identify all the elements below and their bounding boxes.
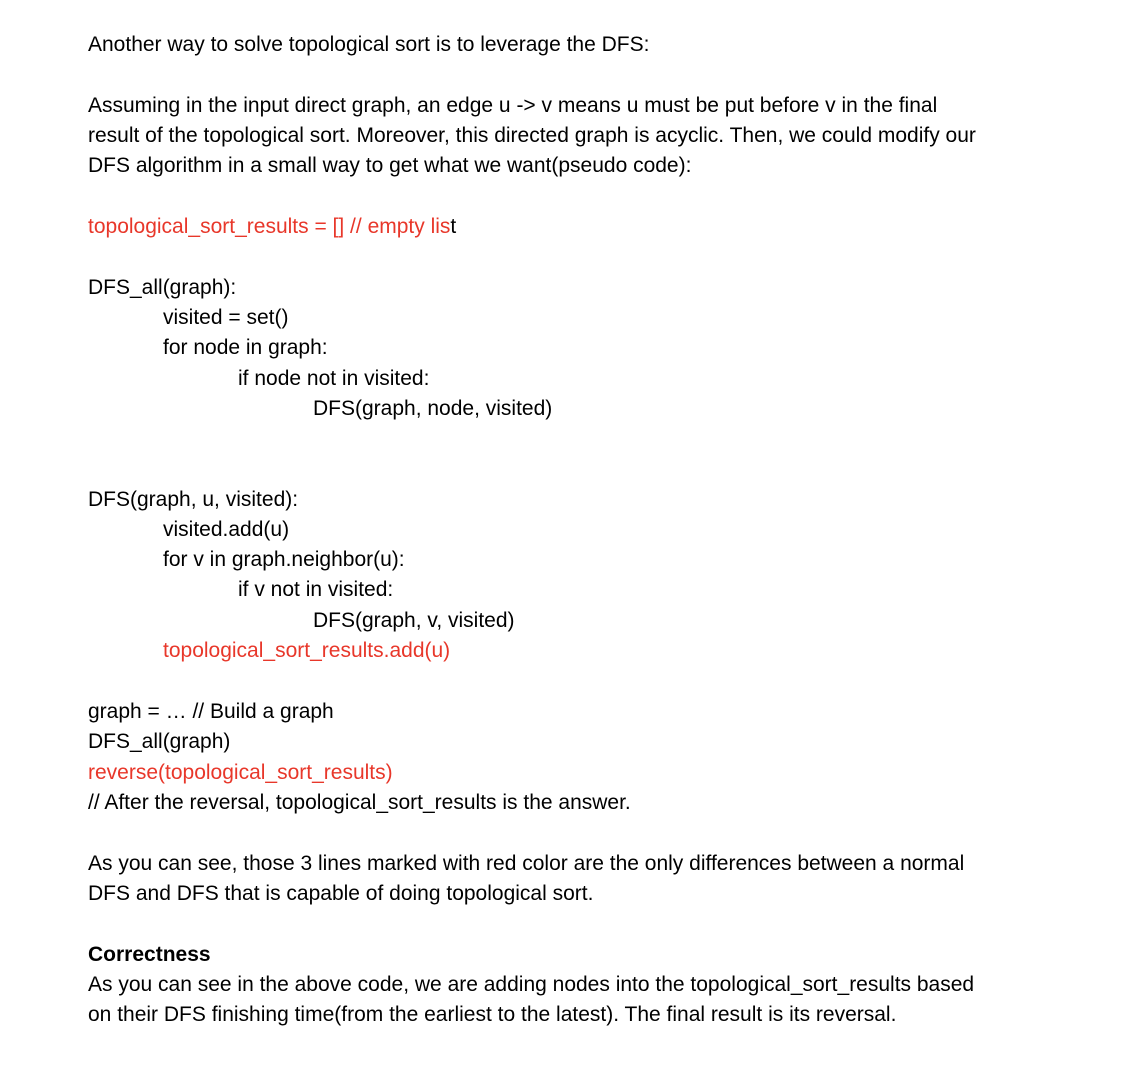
dfs-line-1: visited.add(u) [163, 518, 290, 541]
intro-paragraph: Another way to solve topological sort is… [88, 33, 650, 56]
dfs-line-5-highlighted: topological_sort_results.add(u) [163, 639, 451, 662]
document-page: Another way to solve topological sort is… [0, 0, 1142, 1068]
dfs-all-line-4: DFS(graph, node, visited) [313, 397, 553, 420]
dfs-line-2: for v in graph.neighbor(u): [163, 548, 405, 571]
dfs-line-4: DFS(graph, v, visited) [313, 609, 515, 632]
main-line-2: DFS_all(graph) [88, 730, 231, 753]
main-line-1: graph = … // Build a graph [88, 700, 334, 723]
note-line-2: DFS and DFS that is capable of doing top… [88, 882, 594, 905]
dfs-all-line-3: if node not in visited: [238, 367, 430, 390]
results-init-red: topological_sort_results = [] // empty l… [88, 215, 451, 238]
main-line-4: // After the reversal, topological_sort_… [88, 791, 631, 814]
dfs-line-3: if v not in visited: [238, 578, 394, 601]
results-init-black: t [450, 215, 457, 238]
correctness-line-1: As you can see in the above code, we are… [88, 973, 975, 996]
assumption-line-1: Assuming in the input direct graph, an e… [88, 94, 938, 117]
assumption-line-2: result of the topological sort. Moreover… [88, 124, 976, 147]
results-init-line: topological_sort_results = [] // empty l… [88, 212, 456, 242]
dfs-all-signature: DFS_all(graph): [88, 276, 237, 299]
note-line-1: As you can see, those 3 lines marked wit… [88, 852, 965, 875]
main-line-3-highlighted: reverse(topological_sort_results) [88, 761, 393, 784]
assumption-line-3: DFS algorithm in a small way to get what… [88, 154, 692, 177]
dfs-all-line-1: visited = set() [163, 306, 289, 329]
correctness-heading: Correctness [88, 943, 211, 966]
dfs-signature: DFS(graph, u, visited): [88, 488, 299, 511]
dfs-all-line-2: for node in graph: [163, 336, 328, 359]
correctness-line-2: on their DFS finishing time(from the ear… [88, 1003, 897, 1026]
